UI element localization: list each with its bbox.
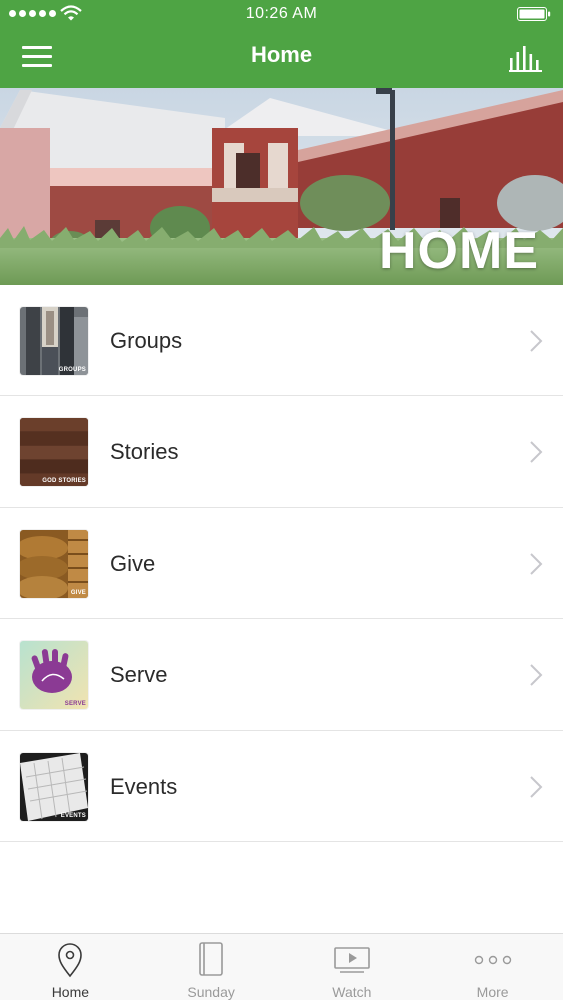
thumb-caption: GROUPS (58, 367, 86, 373)
list-item-label: Give (110, 550, 156, 576)
status-time: 10:26 AM (245, 5, 318, 22)
chevron-right-icon (530, 664, 543, 686)
chevron-right-icon (530, 553, 543, 575)
list-item-give[interactable]: GIVE Give (0, 508, 563, 620)
hero-banner: HOME (0, 88, 563, 285)
tab-sunday[interactable]: Sunday (141, 934, 282, 1000)
list-item-stories[interactable]: GOD STORIES Stories (0, 396, 563, 508)
status-bar: 10:26 AM (0, 0, 563, 28)
tab-label: Watch (332, 984, 372, 1000)
tab-label: More (476, 984, 509, 1000)
tab-more[interactable]: More (422, 934, 563, 1000)
list-item-serve[interactable]: SERVE Serve (0, 619, 563, 731)
chevron-right-icon (530, 775, 543, 798)
thumb-caption: GOD STORIES (42, 478, 86, 485)
home-menu-list: GROUPS Groups GOD STORIES Stories GIVE G… (0, 285, 563, 842)
list-item-label: Groups (110, 328, 183, 353)
chevron-right-icon (530, 330, 543, 352)
navigation-bar: Home (0, 28, 563, 88)
list-item-groups[interactable]: GROUPS Groups (0, 285, 563, 397)
stories-thumbnail: GOD STORIES (20, 418, 88, 487)
list-item-label: Serve (110, 662, 168, 688)
app-header: 10:26 AM Home (0, 0, 563, 88)
list-item-label: Events (110, 773, 178, 799)
play-screen-icon (334, 947, 370, 973)
battery-icon (517, 7, 551, 21)
events-thumbnail: EVENTS (20, 752, 88, 821)
book-icon (199, 942, 223, 976)
bar-chart-icon[interactable] (509, 44, 543, 72)
map-pin-icon (58, 943, 83, 978)
tab-label: Sunday (187, 984, 235, 1000)
tab-home[interactable]: Home (0, 934, 141, 1000)
chevron-right-icon (530, 441, 543, 464)
serve-thumbnail: SERVE (20, 641, 88, 710)
list-item-events[interactable]: EVENTS Events (0, 731, 563, 842)
more-dots-icon (474, 955, 511, 965)
page-title: Home (250, 42, 313, 67)
hero-title: HOME (379, 222, 539, 280)
tab-watch[interactable]: Watch (282, 934, 423, 1000)
tab-bar: Home Sunday Watch More (0, 933, 563, 1000)
thumb-caption: SERVE (64, 701, 86, 708)
tab-label: Home (51, 984, 90, 1000)
thumb-caption: GIVE (70, 589, 86, 596)
give-thumbnail: GIVE (20, 529, 88, 598)
thumb-caption: EVENTS (60, 812, 86, 819)
groups-thumbnail: GROUPS (20, 307, 88, 375)
list-item-label: Stories (110, 439, 179, 465)
